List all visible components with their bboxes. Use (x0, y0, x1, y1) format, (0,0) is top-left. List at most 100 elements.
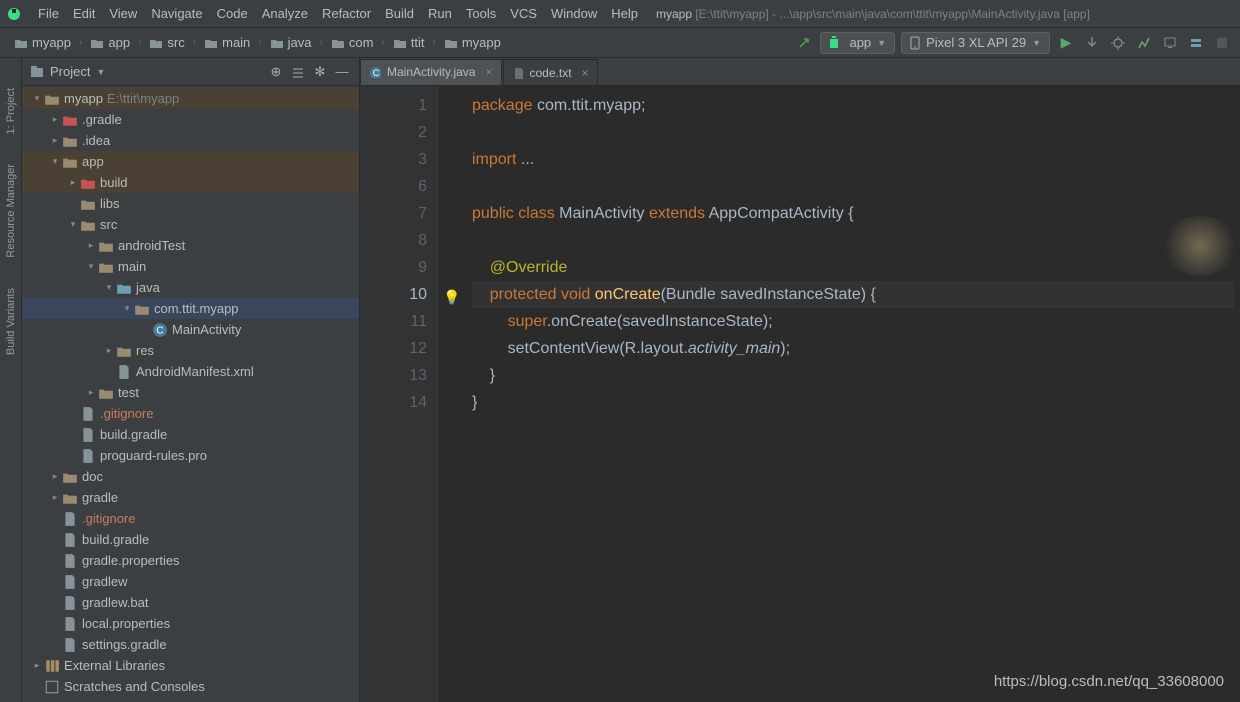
code-editor[interactable]: 12367891011121314 💡 package com.ttit.mya… (360, 86, 1240, 702)
breadcrumb-ttit[interactable]: ttit (389, 33, 429, 52)
code-content[interactable]: package com.ttit.myapp; import ... publi… (464, 86, 1240, 702)
tree-node-gradle[interactable]: ▸gradle (22, 487, 359, 508)
chevron-right-icon: › (79, 37, 82, 48)
menu-refactor[interactable]: Refactor (316, 4, 377, 23)
breadcrumb-src[interactable]: src (145, 33, 188, 52)
close-tab-icon[interactable]: × (485, 65, 492, 79)
chevron-right-icon: › (193, 37, 196, 48)
annotation-column: 💡 (438, 86, 464, 702)
profiler-icon[interactable] (1134, 33, 1154, 53)
chevron-right-icon: › (320, 37, 323, 48)
tree-node-res[interactable]: ▸res (22, 340, 359, 361)
tree-node-settings-gradle[interactable]: settings.gradle (22, 634, 359, 655)
device-selector[interactable]: Pixel 3 XL API 29 ▼ (901, 32, 1050, 54)
breadcrumb-app[interactable]: app (86, 33, 134, 52)
menu-vcs[interactable]: VCS (504, 4, 543, 23)
tree-node-doc[interactable]: ▸doc (22, 466, 359, 487)
android-studio-icon (6, 6, 22, 22)
apply-changes-icon[interactable] (1082, 33, 1102, 53)
stop-button[interactable] (1212, 33, 1232, 53)
tree-node-AndroidManifest-xml[interactable]: AndroidManifest.xml (22, 361, 359, 382)
menu-file[interactable]: File (32, 4, 65, 23)
tree-node-gradle-properties[interactable]: gradle.properties (22, 550, 359, 571)
tree-node-androidTest[interactable]: ▸androidTest (22, 235, 359, 256)
chevron-down-icon: ▼ (877, 38, 886, 48)
chevron-right-icon: › (138, 37, 141, 48)
editor-tab-MainActivity-java[interactable]: CMainActivity.java× (360, 59, 502, 85)
debug-button[interactable] (1108, 33, 1128, 53)
project-pane-title: Project (50, 64, 90, 79)
breadcrumb-myapp[interactable]: myapp (10, 33, 75, 52)
menu-run[interactable]: Run (422, 4, 458, 23)
main-area: 1: Project Resource Manager Build Varian… (0, 58, 1240, 702)
breadcrumb-com[interactable]: com (327, 33, 378, 52)
tree-node-build[interactable]: ▸build (22, 172, 359, 193)
sdk-manager-icon[interactable] (1186, 33, 1206, 53)
breadcrumb-java[interactable]: java (266, 33, 316, 52)
tree-node-src[interactable]: ▾src (22, 214, 359, 235)
chevron-right-icon: › (432, 37, 435, 48)
tree-node-java[interactable]: ▾java (22, 277, 359, 298)
project-pane-header: Project ▼ ⊕ ✻ — (22, 58, 359, 86)
tree-node-app[interactable]: ▾app (22, 151, 359, 172)
tree-node-proguard-rules-pro[interactable]: proguard-rules.pro (22, 445, 359, 466)
intention-bulb-icon[interactable]: 💡 (443, 284, 460, 311)
svg-text:C: C (373, 68, 380, 78)
make-project-icon[interactable] (794, 33, 814, 53)
breadcrumb-main[interactable]: main (200, 33, 254, 52)
project-tool-window: Project ▼ ⊕ ✻ — ▾myappE:\ttit\myapp▸.gra… (22, 58, 360, 702)
breadcrumb-myapp[interactable]: myapp (440, 33, 505, 52)
watermark-text: https://blog.csdn.net/qq_33608000 (994, 673, 1224, 690)
avd-manager-icon[interactable] (1160, 33, 1180, 53)
locate-icon[interactable]: ⊕ (267, 63, 285, 81)
menu-code[interactable]: Code (211, 4, 254, 23)
window-title: myapp [E:\ttit\myapp] - ...\app\src\main… (656, 7, 1234, 21)
menu-tools[interactable]: Tools (460, 4, 502, 23)
menu-view[interactable]: View (103, 4, 143, 23)
menu-help[interactable]: Help (605, 4, 644, 23)
run-config-label: app (849, 35, 871, 50)
project-tree[interactable]: ▾myappE:\ttit\myapp▸.gradle▸.idea▾app▸bu… (22, 86, 359, 702)
tree-node--idea[interactable]: ▸.idea (22, 130, 359, 151)
tree-node-External-Libraries[interactable]: ▸External Libraries (22, 655, 359, 676)
hide-icon[interactable]: — (333, 63, 351, 81)
editor-tab-code-txt[interactable]: code.txt× (503, 59, 598, 85)
tree-node-local-properties[interactable]: local.properties (22, 613, 359, 634)
tree-node--gradle[interactable]: ▸.gradle (22, 109, 359, 130)
close-tab-icon[interactable]: × (582, 66, 589, 80)
tree-node-libs[interactable]: libs (22, 193, 359, 214)
tree-node--gitignore[interactable]: .gitignore (22, 403, 359, 424)
menu-analyze[interactable]: Analyze (256, 4, 314, 23)
toolbar-right: app ▼ Pixel 3 XL API 29 ▼ ▶ (794, 32, 1240, 54)
tool-tab-build-variants[interactable]: Build Variants (5, 288, 17, 355)
tree-node-MainActivity[interactable]: CMainActivity (22, 319, 359, 340)
tree-node-test[interactable]: ▸test (22, 382, 359, 403)
navigation-bar: myapp›app›src›main›java›com›ttit›myapp a… (0, 28, 1240, 58)
editor-tabs: CMainActivity.java×code.txt× (360, 58, 1240, 86)
tree-node-gradlew[interactable]: gradlew (22, 571, 359, 592)
svg-text:C: C (156, 325, 164, 336)
menu-edit[interactable]: Edit (67, 4, 101, 23)
tool-tab-project[interactable]: 1: Project (5, 88, 17, 134)
tree-node-build-gradle[interactable]: build.gradle (22, 529, 359, 550)
tree-node-Scratches-and-Consoles[interactable]: Scratches and Consoles (22, 676, 359, 697)
left-tool-strip: 1: Project Resource Manager Build Varian… (0, 58, 22, 702)
menu-navigate[interactable]: Navigate (145, 4, 208, 23)
line-gutter[interactable]: 12367891011121314 (360, 86, 438, 702)
run-config-selector[interactable]: app ▼ (820, 32, 895, 54)
tool-tab-resource-manager[interactable]: Resource Manager (5, 164, 17, 258)
chevron-right-icon: › (381, 37, 384, 48)
run-button[interactable]: ▶ (1056, 33, 1076, 53)
tree-node--gitignore[interactable]: .gitignore (22, 508, 359, 529)
menu-bar: File Edit View Navigate Code Analyze Ref… (0, 0, 1240, 28)
tree-node-com-ttit-myapp[interactable]: ▾com.ttit.myapp (22, 298, 359, 319)
tree-node-myapp[interactable]: ▾myappE:\ttit\myapp (22, 88, 359, 109)
collapse-all-icon[interactable] (289, 63, 307, 81)
menu-window[interactable]: Window (545, 4, 603, 23)
settings-icon[interactable]: ✻ (311, 63, 329, 81)
tree-node-main[interactable]: ▾main (22, 256, 359, 277)
tree-node-build-gradle[interactable]: build.gradle (22, 424, 359, 445)
tree-node-gradlew-bat[interactable]: gradlew.bat (22, 592, 359, 613)
project-view-selector[interactable]: Project ▼ (30, 64, 105, 79)
menu-build[interactable]: Build (379, 4, 420, 23)
